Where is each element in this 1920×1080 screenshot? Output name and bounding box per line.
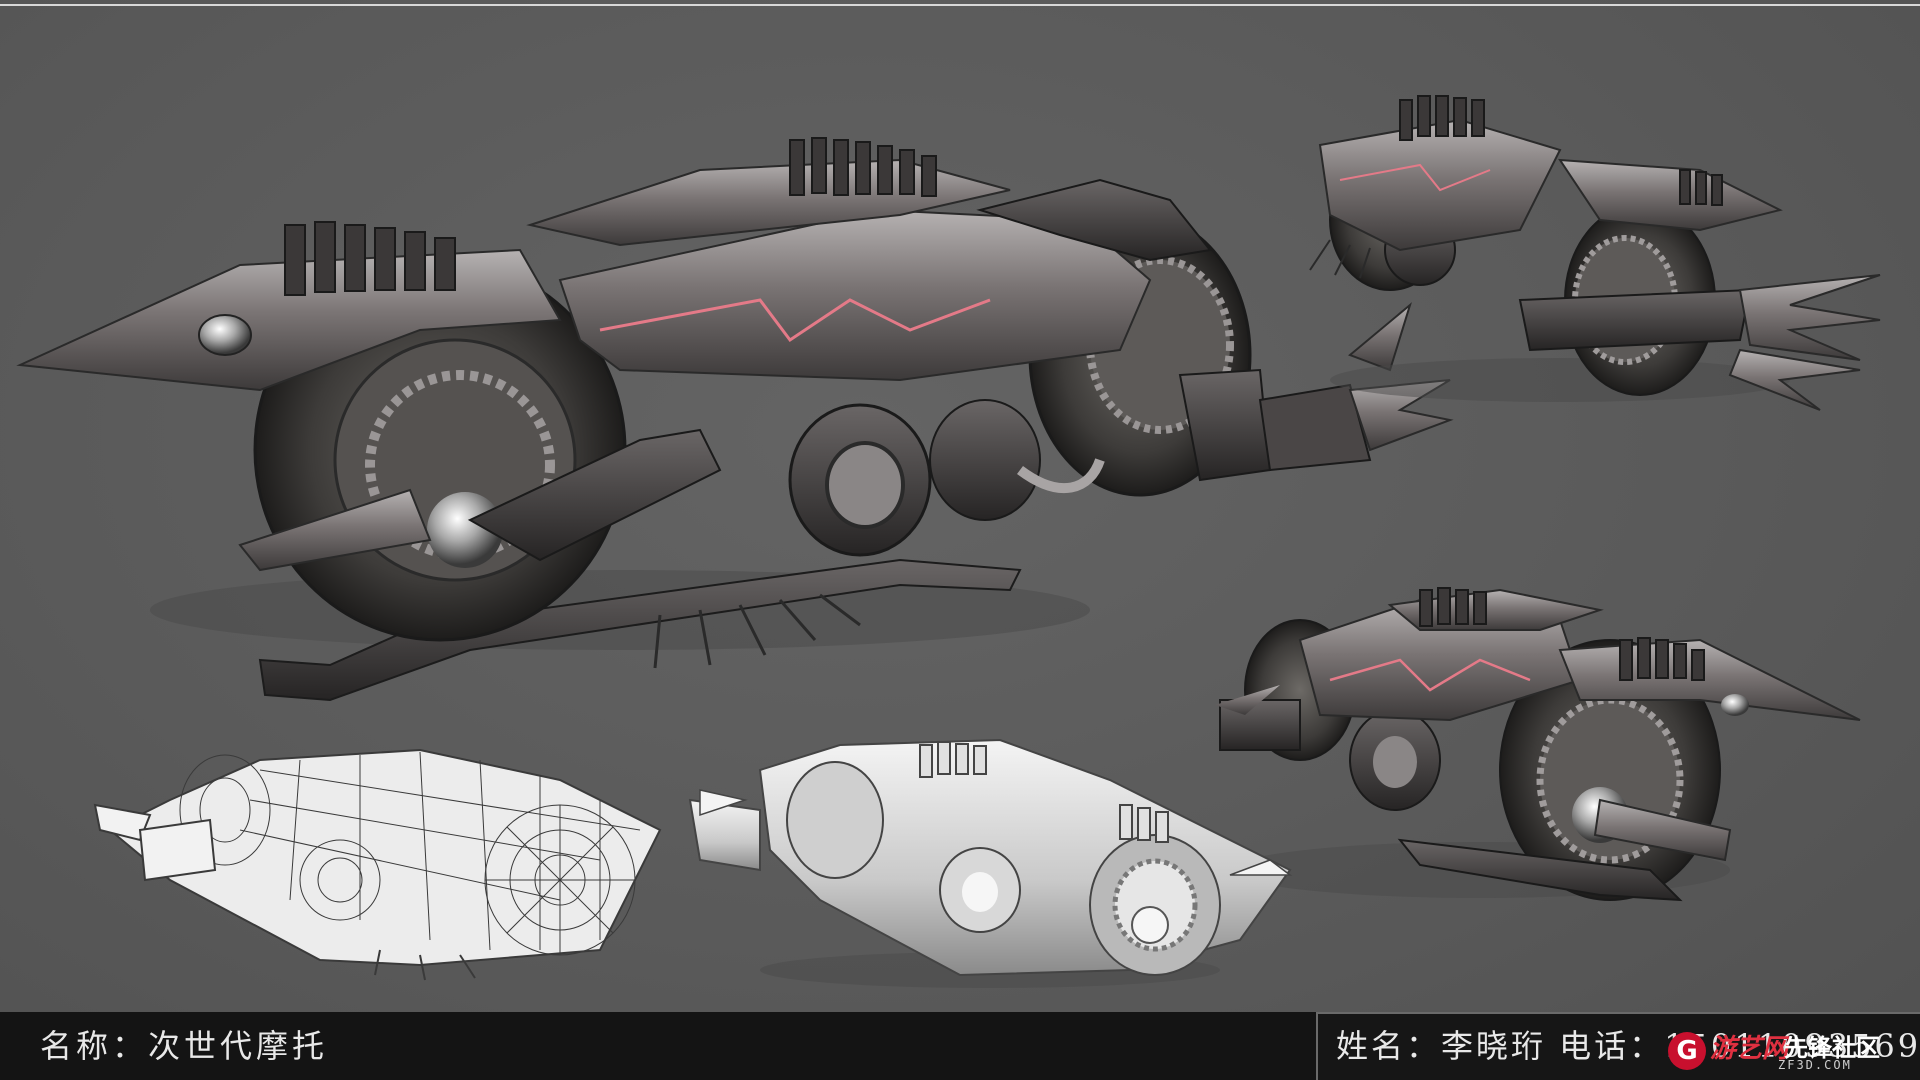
watermark-url: ZF3D.COM xyxy=(1778,1058,1852,1072)
watermark-logo-icon: G xyxy=(1668,1032,1706,1070)
clay-bike-render xyxy=(688,738,1293,988)
top-right-bike-render xyxy=(1309,95,1881,411)
site-watermark: G 游艺网 先锋社区 ZF3D.COM xyxy=(1668,1024,1918,1078)
wireframe-bike-render xyxy=(93,748,662,981)
project-name-label: 名称：次世代摩托 xyxy=(40,1027,329,1065)
watermark-site-name: 游艺网 xyxy=(1710,1034,1789,1064)
bottom-right-bike-render xyxy=(1215,587,1861,902)
motorcycle-renders xyxy=(16,95,1881,988)
render-sheet: 名称：次世代摩托 姓名：李晓珩 电话：15011093569 G 游艺网 先锋社… xyxy=(0,0,1920,1080)
main-bike-render xyxy=(16,137,1454,702)
